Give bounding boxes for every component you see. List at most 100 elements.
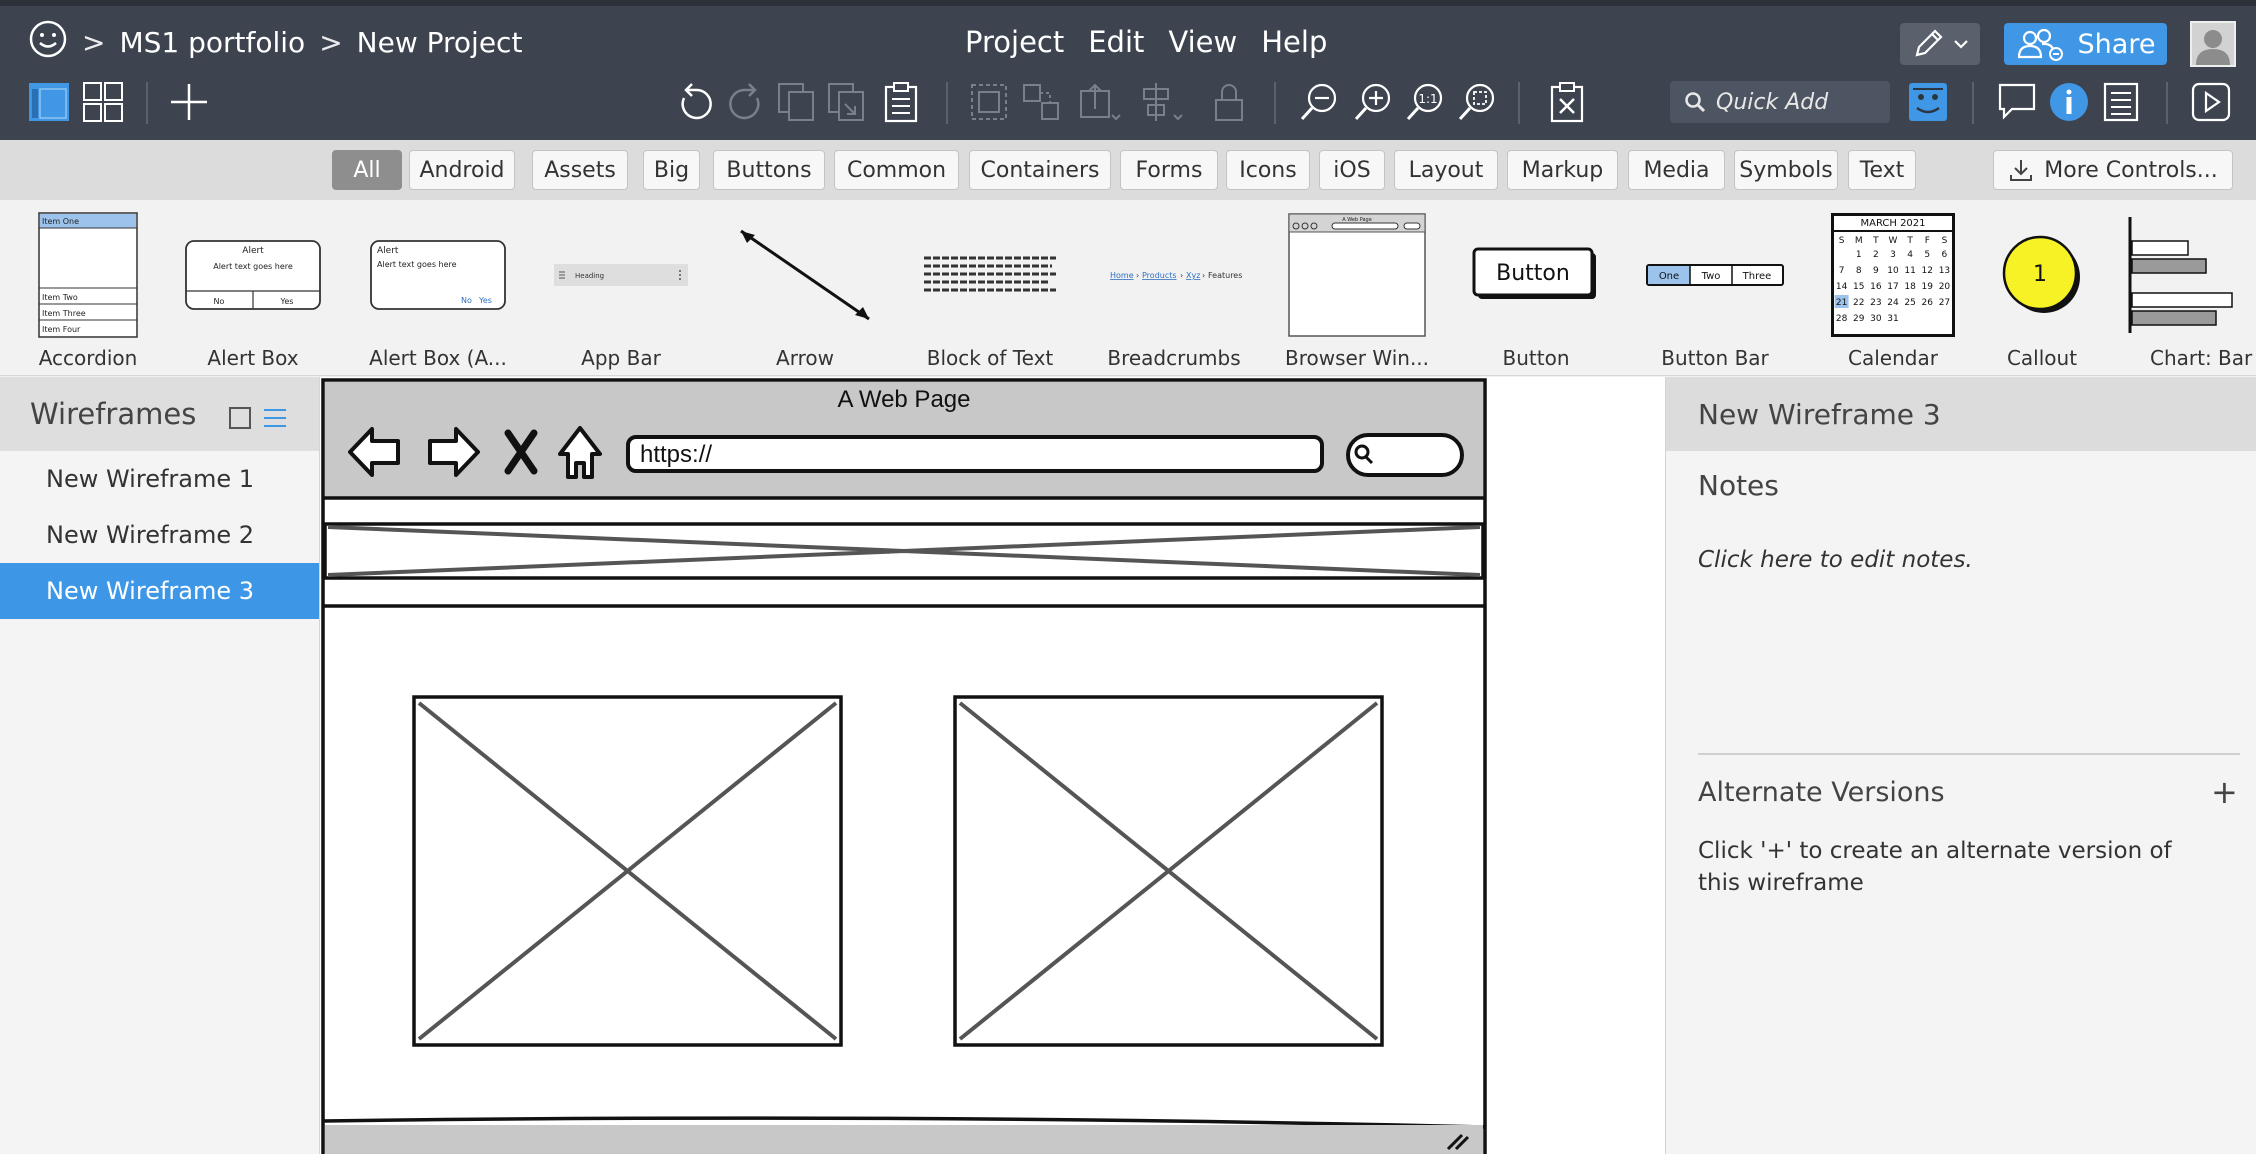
ungroup-icon bbox=[1023, 84, 1059, 120]
comments-button[interactable] bbox=[1994, 76, 2040, 128]
users-icon bbox=[2017, 28, 2063, 61]
filter-symbols[interactable]: Symbols bbox=[1734, 150, 1838, 190]
component-alert-box-android[interactable]: Alert Alert text goes here No Yes Alert … bbox=[358, 206, 518, 374]
top-bar: > MS1 portfolio > New Project Project Ed… bbox=[0, 0, 2256, 140]
clipboard-button[interactable] bbox=[878, 76, 924, 128]
lock-button[interactable] bbox=[1206, 76, 1252, 128]
component-calendar[interactable]: MARCH 2021 S M T W T F S 1 2 3 4 5 6 7 8 9 10 11 12 13 14 15 1… bbox=[1830, 206, 1956, 374]
filter-buttons[interactable]: Buttons bbox=[713, 150, 825, 190]
clear-clipboard-button[interactable] bbox=[1544, 76, 1590, 128]
canvas[interactable]: A Web Page https:// bbox=[320, 377, 1665, 1154]
outline-button[interactable] bbox=[2098, 76, 2144, 128]
menu-help[interactable]: Help bbox=[1261, 25, 1327, 59]
assistant-button[interactable] bbox=[1904, 76, 1952, 128]
group-button[interactable] bbox=[966, 76, 1012, 128]
calendar-date: 11 bbox=[1904, 266, 1915, 276]
filter-forms[interactable]: Forms bbox=[1120, 150, 1218, 190]
filter-containers[interactable]: Containers bbox=[969, 150, 1111, 190]
arrow-thumbnail bbox=[733, 206, 877, 344]
divider bbox=[1698, 753, 2240, 755]
filter-markup[interactable]: Markup bbox=[1507, 150, 1618, 190]
breadcrumb-page[interactable]: New Project bbox=[357, 26, 523, 59]
add-wireframe-button[interactable] bbox=[166, 76, 212, 128]
share-label: Share bbox=[2077, 28, 2156, 60]
wireframe-item-selected[interactable]: New Wireframe 3 bbox=[0, 563, 319, 619]
add-alternate-version-button[interactable]: + bbox=[2211, 773, 2238, 811]
redo-button[interactable] bbox=[724, 76, 770, 128]
filter-all[interactable]: All bbox=[332, 150, 402, 190]
filter-text[interactable]: Text bbox=[1848, 150, 1916, 190]
filter-ios[interactable]: iOS bbox=[1319, 150, 1385, 190]
button-bar-text: Two bbox=[1701, 271, 1721, 282]
zoom-in-button[interactable] bbox=[1350, 76, 1396, 128]
calendar-thumbnail: MARCH 2021 S M T W T F S 1 2 3 4 5 6 7 8 9 10 11 12 13 14 15 1… bbox=[1831, 206, 1955, 344]
wireframe-item[interactable]: New Wireframe 1 bbox=[0, 451, 319, 507]
single-view-button[interactable] bbox=[24, 76, 74, 128]
calendar-date: 31 bbox=[1887, 314, 1898, 324]
menu-edit[interactable]: Edit bbox=[1088, 25, 1144, 59]
component-chart-bar[interactable]: Chart: Bar bbox=[2128, 206, 2256, 374]
component-browser-window[interactable]: A Web Page Browser Win... bbox=[1284, 206, 1430, 374]
calendar-date: 14 bbox=[1836, 282, 1848, 292]
smiley-logo-icon[interactable] bbox=[28, 19, 68, 66]
filter-common[interactable]: Common bbox=[834, 150, 959, 190]
component-block-of-text[interactable]: Block of Text bbox=[918, 206, 1062, 374]
filter-media[interactable]: Media bbox=[1628, 150, 1725, 190]
component-breadcrumbs[interactable]: Home › Products › Xyz › Features Breadcr… bbox=[1102, 206, 1246, 374]
info-button[interactable] bbox=[2046, 76, 2092, 128]
paste-in-place-button[interactable] bbox=[824, 76, 870, 128]
share-button[interactable]: Share bbox=[2004, 23, 2167, 65]
avatar[interactable] bbox=[2190, 21, 2236, 67]
edit-mode-button[interactable] bbox=[1900, 23, 1980, 65]
info-icon bbox=[2050, 83, 2088, 121]
button-thumb-text: Button bbox=[1496, 261, 1570, 286]
component-button[interactable]: Button Button bbox=[1466, 206, 1606, 374]
filter-layout[interactable]: Layout bbox=[1394, 150, 1498, 190]
user-avatar-icon bbox=[2192, 23, 2234, 65]
component-button-bar[interactable]: One Two Three Button Bar bbox=[1642, 206, 1788, 374]
align-button[interactable] bbox=[1136, 76, 1186, 128]
copy-button[interactable] bbox=[774, 76, 820, 128]
mockup-url-text: https:// bbox=[640, 441, 712, 468]
grid-view-button[interactable] bbox=[80, 76, 126, 128]
list-view-icon[interactable] bbox=[262, 403, 288, 437]
zoom-actual-button[interactable]: 1:1 bbox=[1402, 76, 1448, 128]
button-bar-text: Three bbox=[1742, 271, 1772, 282]
zoom-fit-button[interactable] bbox=[1454, 76, 1500, 128]
more-controls-button[interactable]: More Controls... bbox=[1993, 150, 2233, 190]
toolbar-divider bbox=[2166, 82, 2168, 124]
redo-icon bbox=[729, 83, 760, 120]
component-callout[interactable]: 1 Callout bbox=[1992, 206, 2092, 374]
calendar-date: 18 bbox=[1904, 282, 1916, 292]
calendar-date: 13 bbox=[1939, 266, 1950, 276]
component-label: Accordion bbox=[38, 346, 138, 370]
breadcrumb-project[interactable]: MS1 portfolio bbox=[119, 26, 305, 59]
arrange-button[interactable] bbox=[1074, 76, 1124, 128]
filter-big[interactable]: Big bbox=[643, 150, 700, 190]
breadcrumb-thumb-link: Home bbox=[1110, 271, 1134, 280]
component-accordion[interactable]: Item One Item Two Item Three Item Four A… bbox=[28, 206, 148, 374]
thumbnail-view-icon[interactable] bbox=[228, 403, 252, 437]
breadcrumb-thumb-link: Xyz bbox=[1186, 271, 1200, 280]
menu-project[interactable]: Project bbox=[965, 25, 1064, 59]
notes-field[interactable]: Click here to edit notes. bbox=[1698, 547, 1973, 573]
calendar-date: 27 bbox=[1939, 298, 1950, 308]
browser-window-mockup[interactable]: A Web Page https:// bbox=[320, 377, 1665, 1154]
app-bar-heading-text: Heading bbox=[575, 272, 604, 280]
component-arrow[interactable]: Arrow bbox=[730, 206, 880, 374]
presentation-button[interactable] bbox=[2188, 76, 2234, 128]
undo-button[interactable] bbox=[670, 76, 718, 128]
wireframe-item[interactable]: New Wireframe 2 bbox=[0, 507, 319, 563]
calendar-date: 1 bbox=[1856, 250, 1862, 260]
filter-assets[interactable]: Assets bbox=[532, 150, 628, 190]
callout-number-text: 1 bbox=[2033, 262, 2047, 287]
quick-add-field[interactable]: Quick Add bbox=[1670, 81, 1890, 123]
component-app-bar[interactable]: Heading App Bar bbox=[550, 206, 692, 374]
menu-view[interactable]: View bbox=[1168, 25, 1237, 59]
ungroup-button[interactable] bbox=[1018, 76, 1064, 128]
filter-android[interactable]: Android bbox=[409, 150, 515, 190]
zoom-out-button[interactable] bbox=[1296, 76, 1342, 128]
button-thumbnail: Button bbox=[1472, 206, 1600, 344]
component-alert-box[interactable]: Alert Alert text goes here No Yes Alert … bbox=[178, 206, 328, 374]
filter-icons[interactable]: Icons bbox=[1226, 150, 1310, 190]
